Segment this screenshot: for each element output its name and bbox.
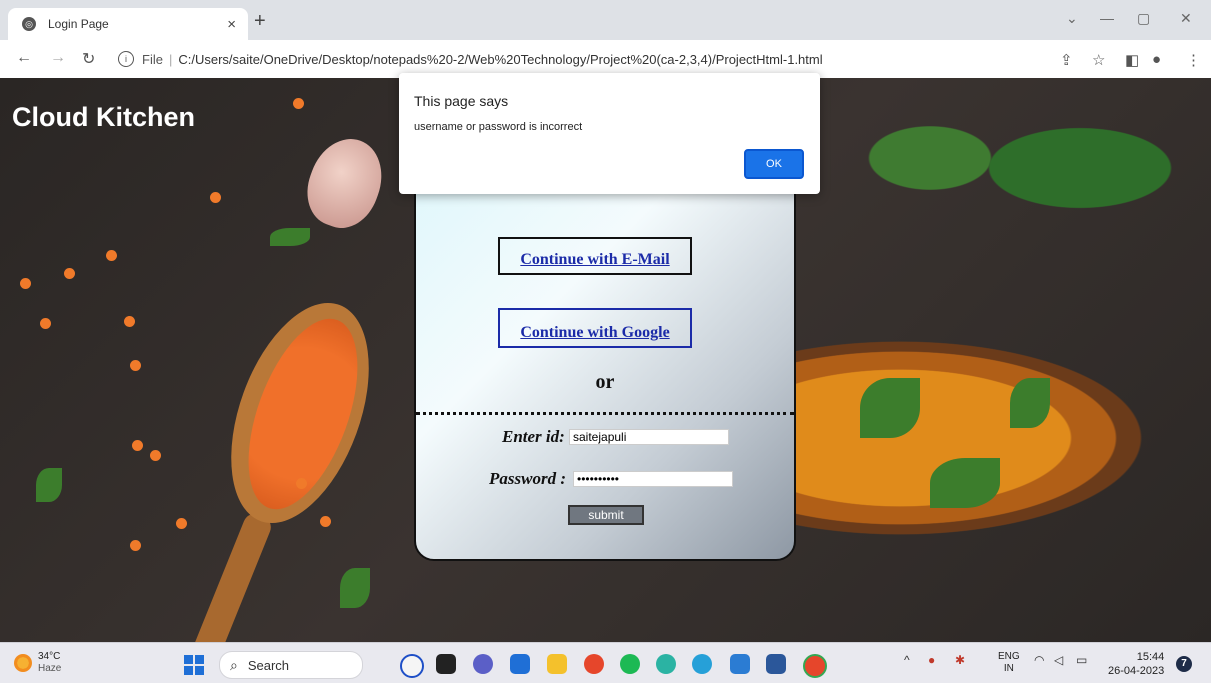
weather-sun-icon[interactable] bbox=[14, 654, 32, 672]
spotify-icon[interactable] bbox=[620, 654, 640, 674]
chrome-active-icon[interactable] bbox=[803, 654, 827, 678]
continue-with-email-link[interactable]: Continue with E-Mail bbox=[498, 237, 692, 275]
forward-icon[interactable]: → bbox=[50, 49, 66, 67]
dialog-message: username or password is incorrect bbox=[414, 121, 583, 133]
close-window-button[interactable]: ✕ bbox=[1180, 10, 1192, 27]
lentil bbox=[64, 268, 75, 279]
notification-badge[interactable]: 7 bbox=[1176, 656, 1192, 672]
windows-start-icon[interactable] bbox=[184, 655, 204, 675]
tab-search-icon[interactable]: ⌄ bbox=[1066, 10, 1078, 27]
task-view-icon[interactable] bbox=[436, 654, 456, 674]
volume-icon[interactable]: ◁ bbox=[1054, 653, 1063, 667]
tray-security-icon[interactable]: ✱ bbox=[955, 653, 965, 667]
search-icon: ⌕ bbox=[230, 656, 238, 673]
lentil bbox=[40, 318, 51, 329]
clock[interactable]: 15:44 26-04-2023 bbox=[1108, 650, 1164, 678]
or-separator-text: or bbox=[595, 371, 615, 393]
word-icon[interactable] bbox=[766, 654, 786, 674]
herb-leaf bbox=[340, 568, 370, 608]
alert-dialog: This page says username or password is i… bbox=[399, 73, 820, 194]
herb-leaf bbox=[270, 228, 310, 246]
continue-with-google-link[interactable]: Continue with Google bbox=[498, 308, 692, 348]
share-icon[interactable]: ⇪ bbox=[1060, 51, 1073, 69]
language-code: ENG bbox=[998, 651, 1020, 662]
side-panel-icon[interactable]: ◧ bbox=[1125, 51, 1139, 69]
restore-button[interactable]: ▢ bbox=[1137, 10, 1150, 27]
search-label: Search bbox=[247, 657, 290, 673]
url-scheme-label: File bbox=[142, 51, 163, 67]
id-label: Enter id: bbox=[502, 427, 565, 446]
taskbar-search[interactable]: ⌕ Search bbox=[219, 651, 363, 679]
submit-button[interactable]: submit bbox=[568, 505, 644, 525]
lentil bbox=[106, 250, 117, 261]
minimize-button[interactable]: — bbox=[1100, 10, 1114, 26]
tab-strip: ◎ Login Page × + ⌄ — ▢ ✕ bbox=[0, 0, 1211, 40]
lentil bbox=[210, 192, 221, 203]
herb-leaf bbox=[36, 468, 62, 502]
brand-title: Cloud Kitchen bbox=[12, 102, 195, 132]
tab-title: Login Page bbox=[48, 17, 109, 31]
info-icon[interactable]: i bbox=[118, 51, 134, 67]
wifi-icon[interactable]: ◠ bbox=[1034, 653, 1044, 667]
lentil bbox=[20, 278, 31, 289]
store-icon[interactable] bbox=[510, 654, 530, 674]
teams-chat-icon[interactable] bbox=[473, 654, 493, 674]
language-indicator[interactable]: ENG IN bbox=[998, 651, 1020, 675]
herb-leaf bbox=[860, 378, 920, 438]
file-explorer-icon[interactable] bbox=[547, 654, 567, 674]
ok-button[interactable]: OK bbox=[744, 149, 804, 179]
clock-time: 15:44 bbox=[1136, 651, 1165, 663]
id-input[interactable]: saitejapuli bbox=[569, 429, 729, 445]
reload-icon[interactable]: ↻ bbox=[82, 49, 95, 69]
lentil bbox=[132, 440, 143, 451]
region-code: IN bbox=[1003, 663, 1014, 674]
edge-icon[interactable] bbox=[692, 654, 712, 674]
password-input[interactable]: •••••••••• bbox=[573, 471, 733, 487]
lentil bbox=[124, 316, 135, 327]
edge-dev-icon[interactable] bbox=[656, 654, 676, 674]
browser-tab-login[interactable]: ◎ Login Page × bbox=[8, 8, 248, 40]
back-icon[interactable]: ← bbox=[16, 49, 32, 67]
lentil bbox=[176, 518, 187, 529]
menu-icon[interactable]: ⋮ bbox=[1186, 51, 1201, 69]
lentil bbox=[296, 478, 307, 489]
profile-icon[interactable]: ● bbox=[1152, 51, 1161, 68]
garlic-image bbox=[296, 128, 394, 238]
url-separator: | bbox=[168, 51, 173, 67]
lentil bbox=[293, 98, 304, 109]
login-card: Continue with E-Mail Continue with Googl… bbox=[414, 173, 796, 561]
chrome-app-icon[interactable] bbox=[584, 654, 604, 674]
spoon-handle-image bbox=[173, 510, 275, 642]
lentil bbox=[320, 516, 331, 527]
lentil bbox=[130, 540, 141, 551]
tray-app-icon[interactable]: ● bbox=[928, 653, 935, 667]
tab-close-button[interactable]: × bbox=[227, 16, 236, 33]
dialog-title: This page says bbox=[414, 93, 509, 109]
password-label: Password : bbox=[489, 469, 566, 488]
bookmark-star-icon[interactable]: ☆ bbox=[1092, 51, 1105, 69]
vscode-icon[interactable] bbox=[730, 654, 750, 674]
battery-icon[interactable]: ▭ bbox=[1076, 653, 1087, 667]
weather-condition[interactable]: Haze bbox=[38, 663, 61, 674]
address-field[interactable]: i File | C:/Users/saite/OneDrive/Desktop… bbox=[118, 48, 1018, 70]
herb-leaf bbox=[1010, 378, 1050, 428]
dotted-divider bbox=[416, 412, 794, 415]
lentil bbox=[130, 360, 141, 371]
weather-temperature[interactable]: 34°C bbox=[38, 651, 60, 662]
tray-overflow-icon[interactable]: ^ bbox=[904, 653, 910, 667]
globe-icon: ◎ bbox=[22, 17, 36, 31]
new-tab-button[interactable]: + bbox=[254, 10, 266, 33]
herb-leaf bbox=[930, 458, 1000, 508]
clock-date: 26-04-2023 bbox=[1108, 665, 1165, 677]
url-text: C:/Users/saite/OneDrive/Desktop/notepads… bbox=[178, 51, 823, 67]
lentil bbox=[150, 450, 161, 461]
bing-icon[interactable] bbox=[400, 654, 424, 678]
taskbar: 34°C Haze ⌕ Search ^ ● ✱ ENG IN ◠ ◁ ▭ 15… bbox=[0, 642, 1211, 683]
